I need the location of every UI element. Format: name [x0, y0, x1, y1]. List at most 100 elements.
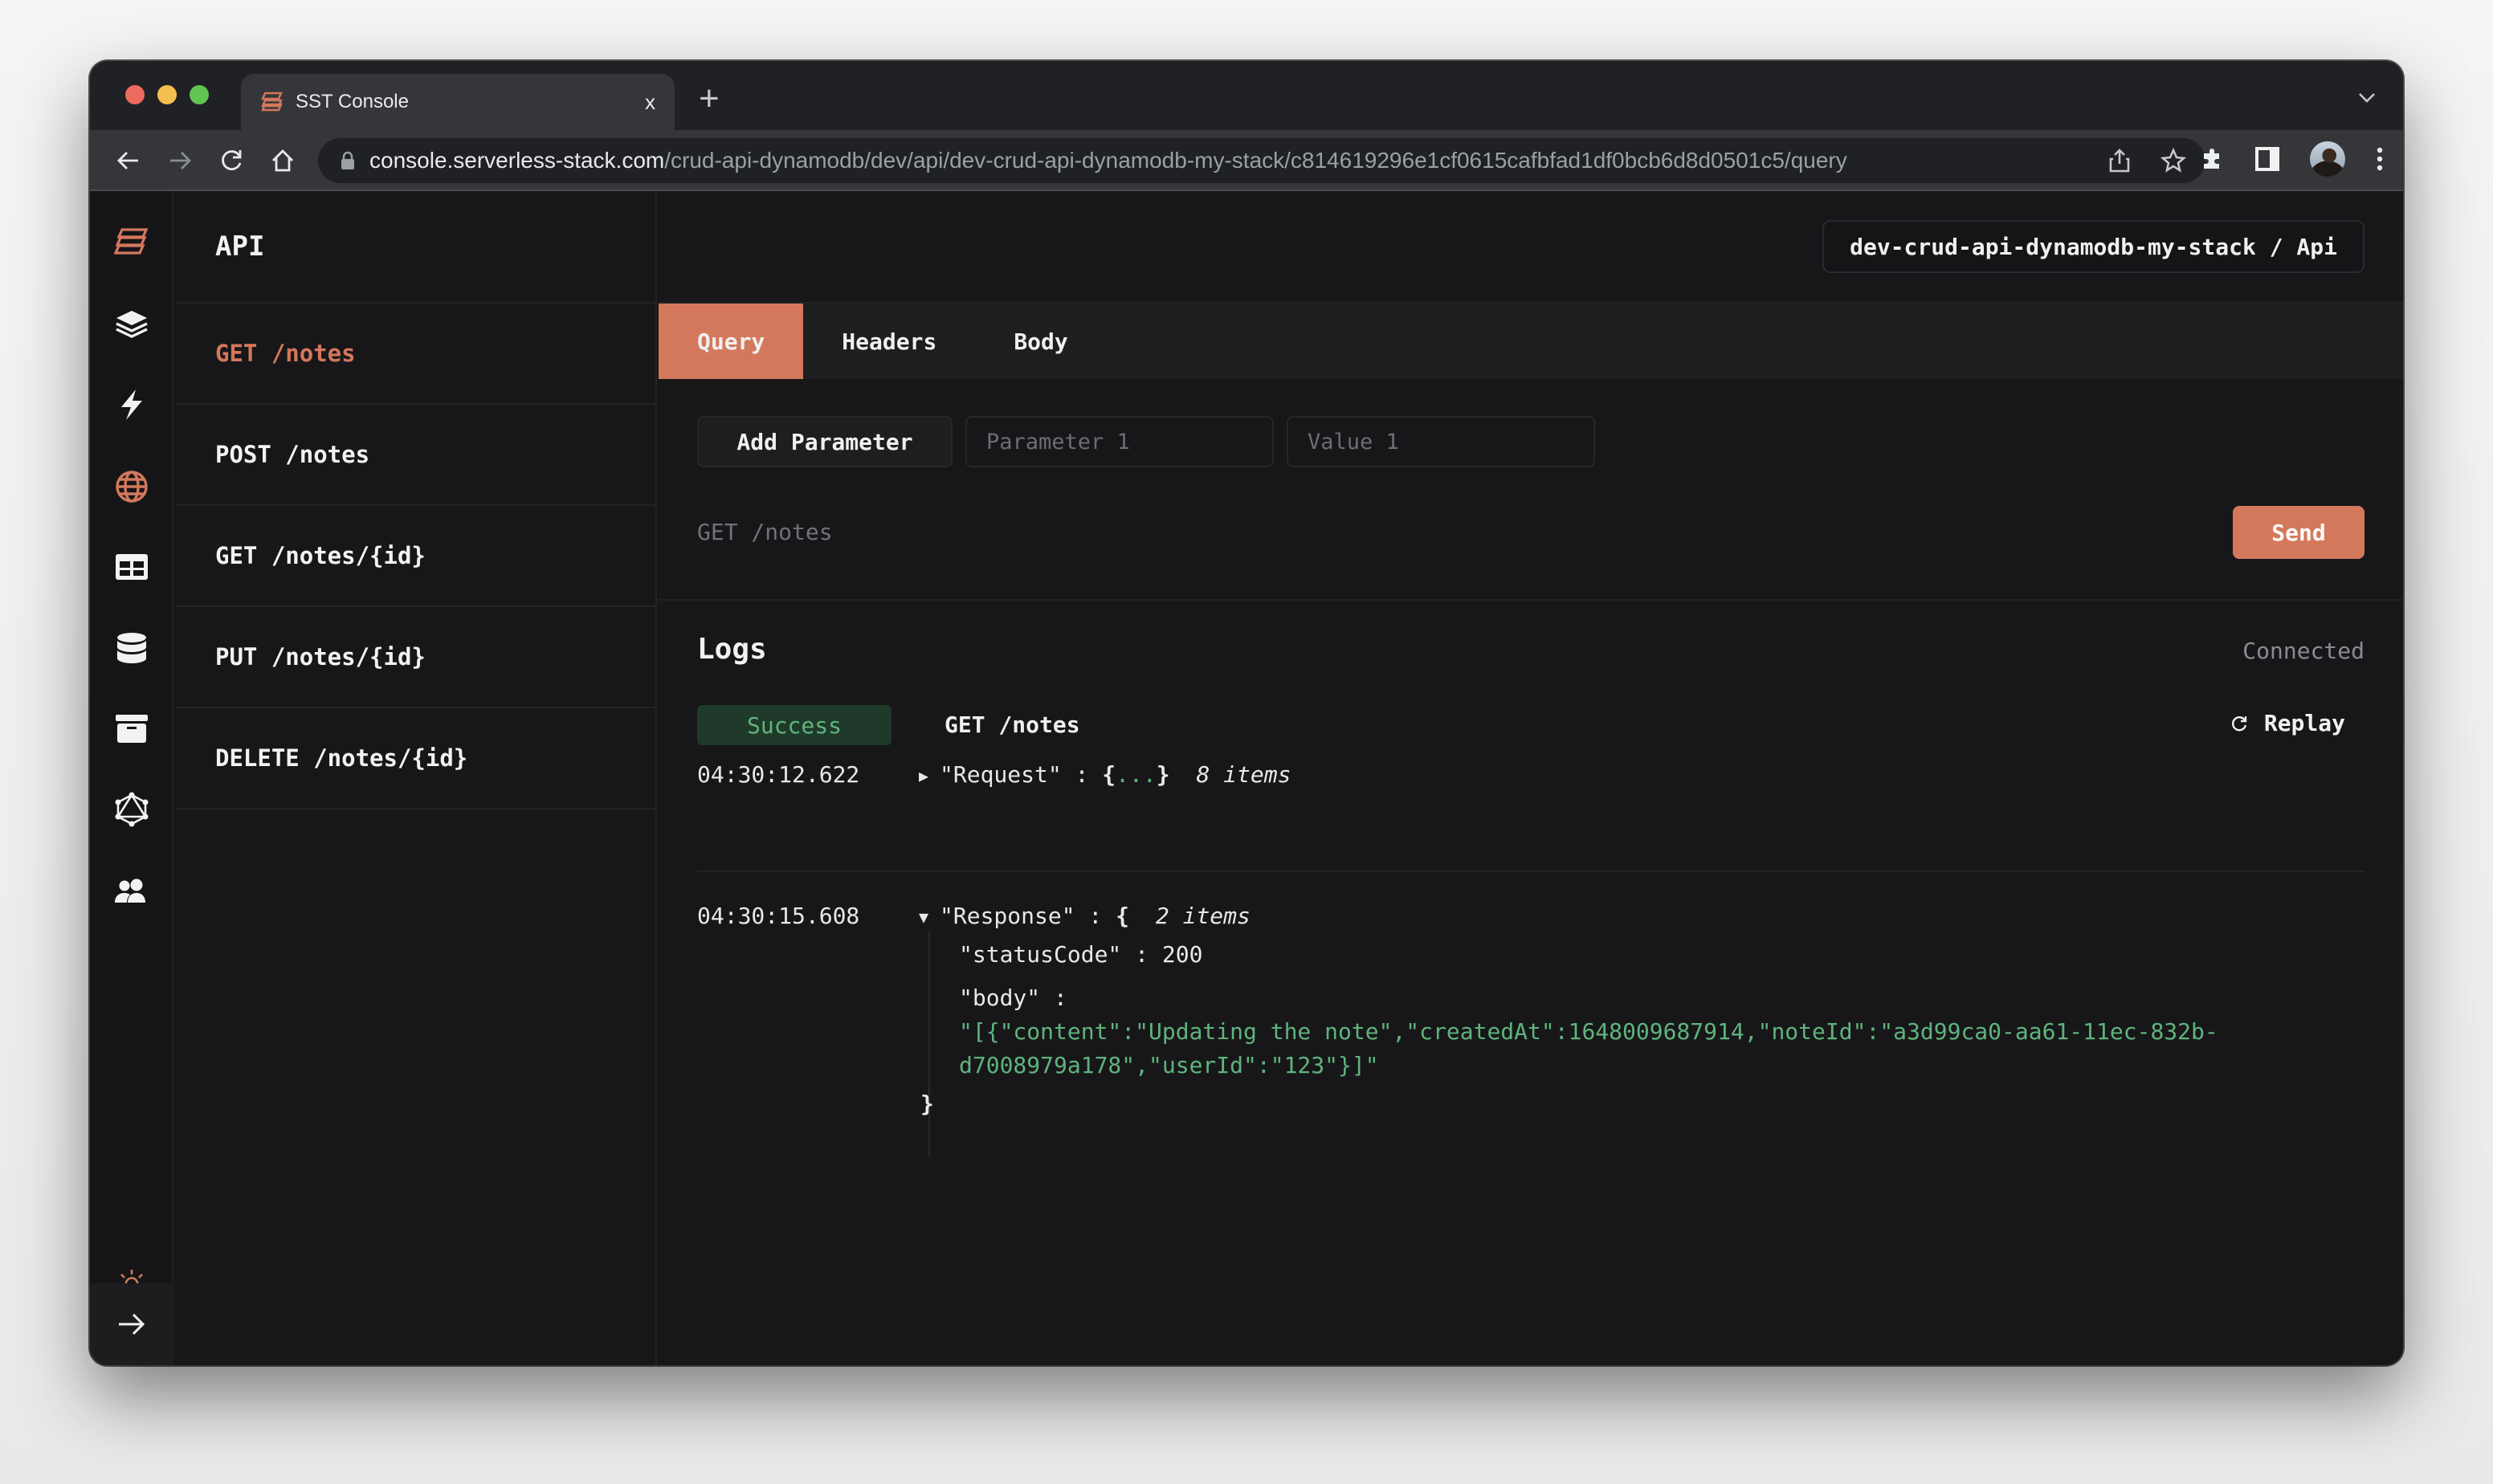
dynamodb-table-icon	[116, 554, 148, 580]
tab-search-chevron-icon[interactable]	[2355, 85, 2379, 109]
reload-icon	[222, 150, 242, 170]
json-string-line: d7008979a178","userId":"123"}]"	[959, 1052, 1379, 1078]
collapse-caret-icon[interactable]: ▼	[919, 907, 940, 927]
sst-favicon-icon	[261, 92, 283, 112]
back-button[interactable]	[112, 145, 145, 177]
log-timestamp: 04:30:15.608	[697, 903, 860, 929]
icon-sidebar	[90, 191, 173, 1365]
graphql-icon	[115, 792, 149, 827]
route-item[interactable]: GET /notes/{id}	[175, 506, 655, 607]
connection-status: Connected	[2242, 638, 2364, 664]
share-icon[interactable]	[2107, 148, 2132, 173]
home-icon	[272, 149, 293, 172]
maximize-window-button[interactable]	[190, 85, 209, 104]
back-arrow-icon	[117, 152, 138, 169]
sidebar-item-graphql[interactable]	[90, 777, 173, 842]
cognito-users-icon	[115, 879, 145, 903]
json-brace: {	[1116, 903, 1130, 929]
tab-headers[interactable]: Headers	[803, 304, 975, 379]
tab-body[interactable]: Body	[975, 304, 1106, 379]
parameter-name-input[interactable]	[965, 416, 1274, 467]
forward-button[interactable]	[164, 145, 196, 177]
json-node-request: ▶ "Request" : {...} 8 items	[919, 761, 1291, 788]
json-key-value: "statusCode" : 200	[959, 941, 1203, 968]
sidebar-item-functions[interactable]	[90, 373, 173, 437]
sst-logo-icon	[114, 228, 149, 255]
json-ellipsis[interactable]: ...	[1116, 761, 1157, 788]
window-controls	[125, 85, 209, 104]
buckets-archive-icon	[116, 715, 148, 743]
side-panel-icon[interactable]	[2255, 147, 2279, 171]
main-panel: dev-crud-api-dynamodb-my-stack / Api Que…	[659, 191, 2403, 1365]
request-tabs: Query Headers Body	[659, 304, 2403, 379]
routes-sidebar: API GET /notes POST /notes GET /notes/{i…	[175, 191, 657, 1365]
new-tab-button[interactable]: +	[699, 79, 720, 119]
forward-arrow-icon	[170, 152, 191, 169]
address-bar[interactable]: console.serverless-stack.com/crud-api-dy…	[318, 138, 2205, 183]
request-line: GET /notes	[697, 519, 833, 545]
replay-button[interactable]: Replay	[2230, 710, 2345, 736]
log-separator	[697, 870, 2364, 872]
send-button[interactable]: Send	[2233, 506, 2364, 559]
tab-close-icon[interactable]: x	[645, 90, 655, 115]
extensions-puzzle-icon[interactable]	[2199, 146, 2225, 172]
parameter-value-input[interactable]	[1287, 416, 1595, 467]
expand-caret-icon[interactable]: ▶	[919, 766, 940, 785]
sst-console-app: API GET /notes POST /notes GET /notes/{i…	[90, 191, 2403, 1365]
sidebar-item-buckets[interactable]	[90, 697, 173, 761]
functions-lightning-icon	[121, 389, 142, 420]
rds-database-icon	[117, 633, 146, 663]
status-badge: Success	[697, 705, 892, 745]
api-globe-icon	[116, 471, 148, 503]
url-host: console.serverless-stack.com	[369, 148, 665, 173]
page-header: dev-crud-api-dynamodb-my-stack / Api	[659, 191, 2403, 304]
json-value: 200	[1161, 941, 1203, 968]
route-item[interactable]: PUT /notes/{id}	[175, 607, 655, 708]
close-window-button[interactable]	[125, 85, 145, 104]
json-key: "Response"	[940, 903, 1075, 929]
json-key: "body"	[959, 985, 1041, 1011]
route-item[interactable]: POST /notes	[175, 405, 655, 506]
log-timestamp: 04:30:12.622	[697, 761, 860, 788]
json-string-line: "[{"content":"Updating the note","create…	[959, 1018, 2218, 1045]
browser-toolbar: console.serverless-stack.com/crud-api-dy…	[90, 130, 2403, 191]
json-key-value: "body" :	[959, 985, 1067, 1011]
add-parameter-button[interactable]: Add Parameter	[697, 416, 953, 467]
reload-button[interactable]	[215, 145, 247, 177]
url-path: /crud-api-dynamodb/dev/api/dev-crud-api-…	[664, 148, 1847, 173]
route-item[interactable]: DELETE /notes/{id}	[175, 708, 655, 809]
route-item[interactable]: GET /notes	[175, 304, 655, 405]
lock-icon	[341, 151, 354, 169]
bookmark-star-icon[interactable]	[2160, 148, 2186, 173]
json-colon: :	[1061, 761, 1103, 788]
tab-query[interactable]: Query	[659, 304, 804, 379]
tab-strip: SST Console x +	[90, 61, 2403, 130]
browser-window: SST Console x + console.serverless-stack…	[90, 61, 2403, 1365]
json-node-response: ▼ "Response" : { 2 items	[919, 903, 1251, 929]
browser-tab[interactable]: SST Console x	[241, 74, 675, 130]
sidebar-item-cognito[interactable]	[90, 859, 173, 923]
log-route: GET /notes	[945, 711, 1080, 738]
json-brace: {	[1102, 761, 1116, 788]
json-indent-guide	[928, 932, 930, 1156]
profile-avatar[interactable]	[2310, 141, 2345, 177]
sidebar-item-home[interactable]	[90, 210, 173, 275]
kebab-menu-icon[interactable]	[2376, 147, 2384, 171]
minimize-window-button[interactable]	[157, 85, 177, 104]
replay-icon	[2231, 716, 2247, 731]
routes-title: API	[175, 191, 655, 304]
expand-sidebar-button[interactable]	[90, 1283, 173, 1365]
sidebar-item-rds[interactable]	[90, 617, 173, 681]
home-button[interactable]	[267, 145, 299, 177]
json-key: "statusCode"	[959, 941, 1122, 968]
json-brace: }	[1156, 761, 1170, 788]
json-item-count: 2 items	[1155, 903, 1251, 929]
sidebar-item-stacks[interactable]	[90, 292, 173, 357]
omnibox-actions	[2107, 148, 2186, 173]
breadcrumb: dev-crud-api-dynamodb-my-stack / Api	[1822, 220, 2364, 273]
sidebar-item-api[interactable]	[90, 455, 173, 519]
sidebar-item-dynamodb[interactable]	[90, 535, 173, 599]
replay-label: Replay	[2263, 710, 2345, 736]
logs-title: Logs	[697, 633, 767, 666]
query-parameters: Add Parameter	[697, 416, 1595, 467]
